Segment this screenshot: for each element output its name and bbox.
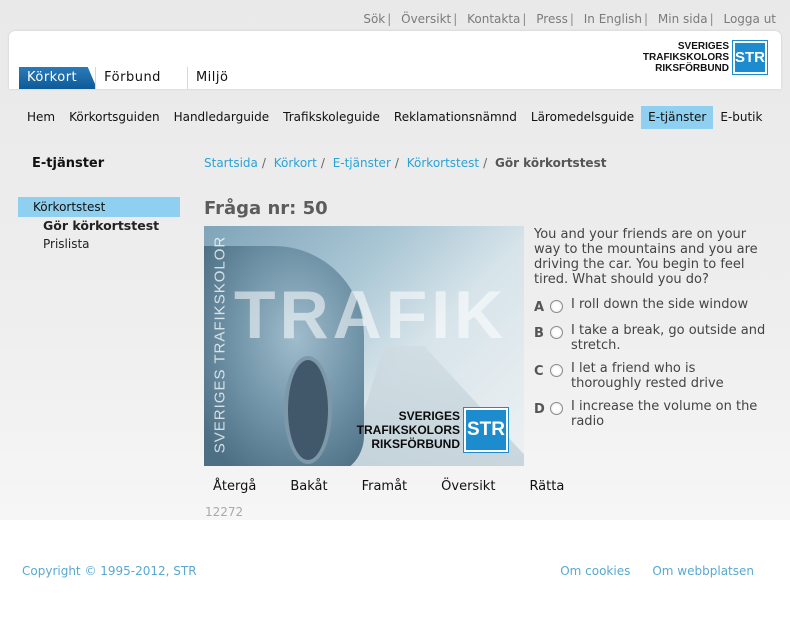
sidebar-item-korkortstest[interactable]: Körkortstest bbox=[18, 197, 180, 217]
sidebar-title: E-tjänster bbox=[32, 156, 105, 171]
toplink-press[interactable]: Press bbox=[536, 12, 568, 26]
image-watermark: TRAFIK bbox=[234, 277, 508, 353]
toplink-my-page[interactable]: Min sida bbox=[658, 12, 708, 26]
action-bar: Återgå Bakåt Framåt Översikt Rätta bbox=[204, 477, 589, 497]
answer-b-radio[interactable] bbox=[550, 326, 563, 339]
answer-list: A I roll down the side window B I take a… bbox=[534, 297, 774, 437]
breadcrumb-korkortstest[interactable]: Körkortstest bbox=[407, 156, 479, 170]
breadcrumb-korkort[interactable]: Körkort bbox=[274, 156, 317, 170]
image-vertical-text: SVERIGES TRAFIKSKOLOR bbox=[211, 235, 229, 454]
answer-text: I increase the volume on the radio bbox=[571, 399, 758, 429]
nav-korkortsguiden[interactable]: Körkortsguiden bbox=[62, 106, 166, 129]
toplink-search[interactable]: Sök bbox=[363, 12, 385, 26]
site-header: Körkort Förbund Miljö SVERIGES TRAFIKSKO… bbox=[9, 31, 781, 89]
footer-link-cookies[interactable]: Om cookies bbox=[560, 564, 630, 578]
answer-c: C I let a friend who is thoroughly reste… bbox=[534, 361, 774, 391]
forward-button[interactable]: Framåt bbox=[353, 477, 417, 497]
toplink-contact[interactable]: Kontakta bbox=[467, 12, 520, 26]
footer-link-about[interactable]: Om webbplatsen bbox=[652, 564, 754, 578]
answer-text: I roll down the side window bbox=[571, 297, 749, 312]
overview-button[interactable]: Översikt bbox=[432, 477, 504, 497]
answer-text: I take a break, go outside and stretch. bbox=[571, 323, 766, 353]
tab-korkort[interactable]: Körkort bbox=[19, 67, 98, 89]
answer-letter: C bbox=[534, 364, 544, 379]
wheel-shape bbox=[284, 356, 332, 464]
main-nav: Hem Körkortsguiden Handledarguide Trafik… bbox=[20, 106, 769, 129]
question-title: Fråga nr: 50 bbox=[204, 198, 328, 219]
toplink-logout[interactable]: Logga ut bbox=[723, 12, 776, 26]
top-links: Sök | Översikt | Kontakta | Press | In Engli… bbox=[363, 12, 776, 26]
logo-text: SVERIGES TRAFIKSKOLORS RIKSFÖRBUND bbox=[642, 41, 729, 74]
main-tabs: Körkort Förbund Miljö bbox=[19, 67, 254, 89]
breadcrumb: Startsida / Körkort / E-tjänster / Körkorts… bbox=[204, 156, 607, 170]
answer-text: I let a friend who is thoroughly rested … bbox=[571, 361, 724, 391]
sidebar-item-prislista[interactable]: Prislista bbox=[18, 235, 180, 253]
nav-e-tjanster[interactable]: E-tjänster bbox=[641, 106, 714, 129]
answer-letter: D bbox=[534, 402, 545, 417]
toplink-english[interactable]: In English bbox=[584, 12, 642, 26]
tab-miljo[interactable]: Miljö bbox=[186, 67, 241, 89]
nav-home[interactable]: Hem bbox=[20, 106, 62, 129]
nav-handledarguide[interactable]: Handledarguide bbox=[167, 106, 277, 129]
image-logo-mark: STR bbox=[463, 407, 509, 453]
answer-letter: B bbox=[534, 326, 544, 341]
question-id: 12272 bbox=[205, 505, 244, 519]
str-logo[interactable]: SVERIGES TRAFIKSKOLORS RIKSFÖRBUND STR bbox=[642, 40, 768, 75]
answer-d-radio[interactable] bbox=[550, 402, 563, 415]
answer-a-radio[interactable] bbox=[550, 300, 563, 313]
footer-links: Om cookies Om webbplatsen bbox=[538, 564, 754, 578]
breadcrumb-current: Gör körkortstest bbox=[494, 156, 607, 170]
nav-e-butik[interactable]: E-butik bbox=[713, 106, 769, 129]
answer-a: A I roll down the side window bbox=[534, 297, 774, 315]
breadcrumb-startsida[interactable]: Startsida bbox=[204, 156, 258, 170]
back-button[interactable]: Bakåt bbox=[281, 477, 336, 497]
breadcrumb-e-tjanster[interactable]: E-tjänster bbox=[333, 156, 391, 170]
image-logo: SVERIGES TRAFIKSKOLORS RIKSFÖRBUND STR bbox=[357, 407, 509, 453]
return-button[interactable]: Återgå bbox=[204, 477, 265, 497]
question-image: TRAFIK SVERIGES TRAFIKSKOLOR SVERIGES TR… bbox=[204, 226, 524, 466]
answer-letter: A bbox=[534, 300, 545, 315]
nav-reklamationsnamnd[interactable]: Reklamationsnämnd bbox=[387, 106, 524, 129]
nav-trafikskoleguide[interactable]: Trafikskoleguide bbox=[276, 106, 387, 129]
toplink-overview[interactable]: Översikt bbox=[401, 12, 451, 26]
question-text: You and your friends are on your way to … bbox=[534, 227, 758, 287]
sidebar-item-gor-korkortstest[interactable]: Gör körkortstest bbox=[18, 217, 180, 235]
sidebar-menu: Körkortstest Gör körkortstest Prislista bbox=[18, 197, 180, 253]
answer-c-radio[interactable] bbox=[550, 364, 563, 377]
tab-forbund[interactable]: Förbund bbox=[95, 67, 173, 89]
answer-d: D I increase the volume on the radio bbox=[534, 399, 774, 429]
answer-b: B I take a break, go outside and stretch… bbox=[534, 323, 774, 353]
logo-mark: STR bbox=[732, 40, 768, 75]
nav-laromedelsguide[interactable]: Läromedelsguide bbox=[524, 106, 641, 129]
copyright: Copyright © 1995-2012, STR bbox=[22, 564, 197, 578]
correct-button[interactable]: Rätta bbox=[520, 477, 573, 497]
